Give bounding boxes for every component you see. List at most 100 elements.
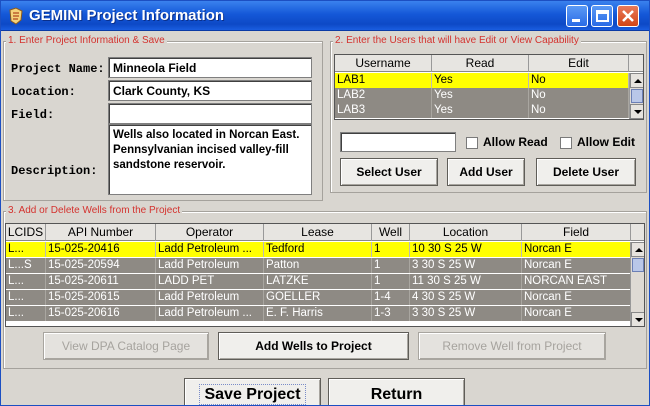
well-cell-lcids: L... xyxy=(6,274,46,289)
description-field[interactable]: Wells also located in Norcan East. Penns… xyxy=(108,124,312,195)
user-cell-read: Yes xyxy=(432,73,529,88)
users-table[interactable]: Username Read Edit LAB1 Yes No LAB2 Yes … xyxy=(334,54,644,120)
well-cell-operator: Ladd Petroleum xyxy=(156,290,264,305)
add-user-button[interactable]: Add User xyxy=(447,158,525,186)
user-cell-username: LAB1 xyxy=(335,73,432,88)
users-scroll-up-button[interactable] xyxy=(630,73,643,88)
wells-scroll-thumb[interactable] xyxy=(632,258,644,272)
save-project-label: Save Project xyxy=(199,384,306,405)
field-label: Field: xyxy=(11,108,55,122)
maximize-button[interactable] xyxy=(591,5,613,27)
wells-col-location[interactable]: Location xyxy=(410,224,522,241)
allow-read-label: Allow Read xyxy=(483,135,548,149)
save-project-button[interactable]: Save Project xyxy=(184,378,321,405)
close-icon xyxy=(622,10,634,22)
well-cell-location: 11 30 S 25 W xyxy=(410,274,522,289)
well-cell-field: Norcan E xyxy=(522,242,630,257)
users-col-edit[interactable]: Edit xyxy=(529,55,629,72)
wells-col-lease[interactable]: Lease xyxy=(264,224,372,241)
users-scrollbar[interactable] xyxy=(629,73,643,119)
well-cell-api: 15-025-20594 xyxy=(46,258,156,273)
well-cell-operator: Ladd Petroleum xyxy=(156,258,264,273)
well-row[interactable]: L... 15-025-20616 Ladd Petroleum ... E. F. … xyxy=(6,306,630,321)
maximize-icon xyxy=(596,10,609,22)
well-cell-lease: E. F. Harris xyxy=(264,306,372,321)
user-row-1[interactable]: LAB2 Yes No xyxy=(335,88,629,103)
view-dpa-catalog-button[interactable]: View DPA Catalog Page xyxy=(43,332,209,360)
close-button[interactable] xyxy=(617,5,639,27)
user-name-input[interactable] xyxy=(340,132,456,152)
well-row[interactable]: L...S 15-025-20594 Ladd Petroleum Patton 1 3 … xyxy=(6,258,630,273)
well-cell-lcids: L...S xyxy=(6,258,46,273)
well-cell-field: Norcan E xyxy=(522,290,630,305)
user-cell-read: Yes xyxy=(432,103,529,118)
return-button[interactable]: Return xyxy=(328,378,465,405)
well-cell-lease: LATZKE xyxy=(264,274,372,289)
project-information-window: GEMINI Project Information 1. Enter Proj… xyxy=(0,0,650,406)
location-field[interactable]: Clark County, KS xyxy=(108,80,312,101)
gemini-app-icon xyxy=(9,7,23,25)
wells-scroll-down-button[interactable] xyxy=(631,312,644,326)
arrow-down-icon xyxy=(635,318,643,322)
remove-well-button[interactable]: Remove Well from Project xyxy=(418,332,606,360)
well-cell-location: 10 30 S 25 W xyxy=(410,242,522,257)
location-label: Location: xyxy=(11,85,76,99)
users-col-username[interactable]: Username xyxy=(335,55,432,72)
select-user-button[interactable]: Select User xyxy=(340,158,438,186)
title-bar[interactable]: GEMINI Project Information xyxy=(1,1,649,31)
well-cell-lcids: L... xyxy=(6,306,46,321)
arrow-up-icon xyxy=(635,248,643,252)
wells-scrollbar[interactable] xyxy=(630,242,644,326)
well-cell-well: 1-3 xyxy=(372,306,410,321)
well-cell-api: 15-025-20416 xyxy=(46,242,156,257)
well-cell-api: 15-025-20616 xyxy=(46,306,156,321)
well-cell-field: Norcan E xyxy=(522,306,630,321)
well-cell-well: 1-4 xyxy=(372,290,410,305)
field-field[interactable] xyxy=(108,103,312,124)
users-col-read[interactable]: Read xyxy=(432,55,529,72)
project-name-field[interactable]: Minneola Field xyxy=(108,57,312,78)
allow-edit-checkbox[interactable] xyxy=(560,137,572,149)
wells-col-operator[interactable]: Operator xyxy=(156,224,264,241)
users-scroll-thumb[interactable] xyxy=(631,89,643,103)
wells-col-well[interactable]: Well xyxy=(372,224,410,241)
wells-scroll-up-button[interactable] xyxy=(631,242,644,257)
user-cell-edit: No xyxy=(529,73,629,88)
well-cell-lease: Tedford xyxy=(264,242,372,257)
project-info-legend: 1. Enter Project Information & Save xyxy=(6,35,167,46)
window-title: GEMINI Project Information xyxy=(29,7,225,24)
well-cell-operator: Ladd Petroleum ... xyxy=(156,242,264,257)
well-cell-well: 1 xyxy=(372,242,410,257)
well-cell-well: 1 xyxy=(372,274,410,289)
minimize-button[interactable] xyxy=(566,5,588,27)
arrow-down-icon xyxy=(634,110,642,114)
user-cell-username: LAB2 xyxy=(335,88,432,103)
well-cell-api: 15-025-20611 xyxy=(46,274,156,289)
delete-user-button[interactable]: Delete User xyxy=(536,158,636,186)
well-cell-well: 1 xyxy=(372,258,410,273)
user-row-0[interactable]: LAB1 Yes No xyxy=(335,73,629,88)
well-row[interactable]: L... 15-025-20615 Ladd Petroleum GOELLER 1-4… xyxy=(6,290,630,305)
user-cell-username: LAB3 xyxy=(335,103,432,118)
user-cell-edit: No xyxy=(529,103,629,118)
well-cell-lease: Patton xyxy=(264,258,372,273)
wells-col-api-number[interactable]: API Number xyxy=(46,224,156,241)
wells-col-lcids[interactable]: LCIDS xyxy=(6,224,46,241)
users-scroll-down-button[interactable] xyxy=(630,104,643,119)
users-table-header: Username Read Edit xyxy=(335,55,643,72)
well-cell-operator: Ladd Petroleum ... xyxy=(156,306,264,321)
well-row[interactable]: L... 15-025-20416 Ladd Petroleum ... Tedfor… xyxy=(6,242,630,257)
well-row[interactable]: L... 15-025-20611 LADD PET LATZKE 1 11 30 S 2… xyxy=(6,274,630,289)
well-cell-lease: GOELLER xyxy=(264,290,372,305)
wells-legend: 3. Add or Delete Wells from the Project xyxy=(6,205,183,216)
wells-col-field[interactable]: Field xyxy=(522,224,631,241)
well-cell-field: Norcan E xyxy=(522,258,630,273)
well-cell-location: 3 30 S 25 W xyxy=(410,258,522,273)
well-cell-api: 15-025-20615 xyxy=(46,290,156,305)
well-cell-field: NORCAN EAST xyxy=(522,274,630,289)
user-row-2[interactable]: LAB3 Yes No xyxy=(335,103,629,118)
wells-table-header: LCIDS API Number Operator Lease Well Loc… xyxy=(6,224,644,241)
wells-table[interactable]: LCIDS API Number Operator Lease Well Loc… xyxy=(5,223,645,327)
add-wells-button[interactable]: Add Wells to Project xyxy=(218,332,409,360)
allow-read-checkbox[interactable] xyxy=(466,137,478,149)
